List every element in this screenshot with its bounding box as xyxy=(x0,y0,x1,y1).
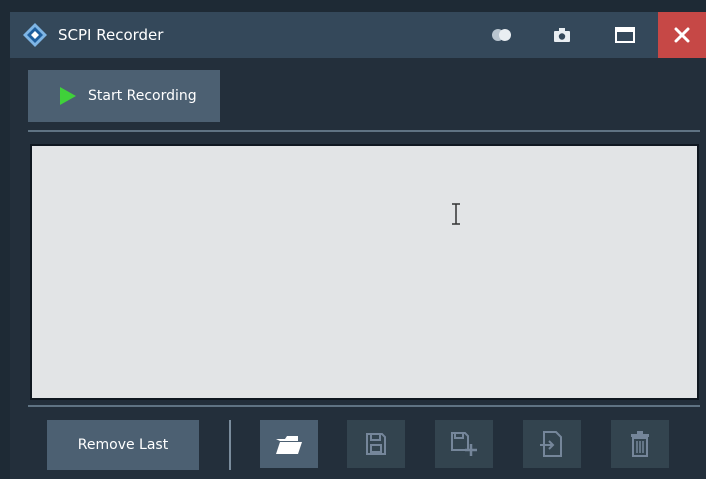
delete-button[interactable] xyxy=(611,420,669,468)
open-file-button[interactable] xyxy=(260,420,318,468)
toggle-icon[interactable] xyxy=(488,25,516,45)
window-title: SCPI Recorder xyxy=(58,26,164,44)
divider xyxy=(28,405,700,407)
divider xyxy=(28,130,700,132)
maximize-icon[interactable] xyxy=(614,25,636,45)
close-button[interactable] xyxy=(658,12,706,58)
delete-icon xyxy=(631,431,649,457)
title-bar[interactable]: SCPI Recorder xyxy=(10,12,706,58)
save-button[interactable] xyxy=(347,420,405,468)
export-icon xyxy=(540,431,562,457)
start-recording-label: Start Recording xyxy=(88,88,197,104)
export-button[interactable] xyxy=(523,420,581,468)
text-cursor-icon xyxy=(452,203,460,225)
actions-toolbar: Remove Last xyxy=(10,410,706,479)
save-append-button[interactable] xyxy=(435,420,493,468)
play-icon xyxy=(60,87,76,105)
save-append-icon xyxy=(451,432,477,456)
camera-icon[interactable] xyxy=(552,25,572,45)
recording-toolbar: Start Recording xyxy=(10,58,706,142)
start-recording-button[interactable]: Start Recording xyxy=(28,70,220,122)
rs-logo-icon xyxy=(23,23,47,47)
save-icon xyxy=(366,433,386,455)
remove-last-button[interactable]: Remove Last xyxy=(47,420,199,470)
scpi-script-area[interactable] xyxy=(30,144,699,400)
divider xyxy=(229,420,231,470)
open-file-icon xyxy=(276,436,302,454)
scpi-recorder-window: SCPI Recorder Start Recording Remove Las… xyxy=(10,12,706,479)
close-icon xyxy=(674,27,690,43)
